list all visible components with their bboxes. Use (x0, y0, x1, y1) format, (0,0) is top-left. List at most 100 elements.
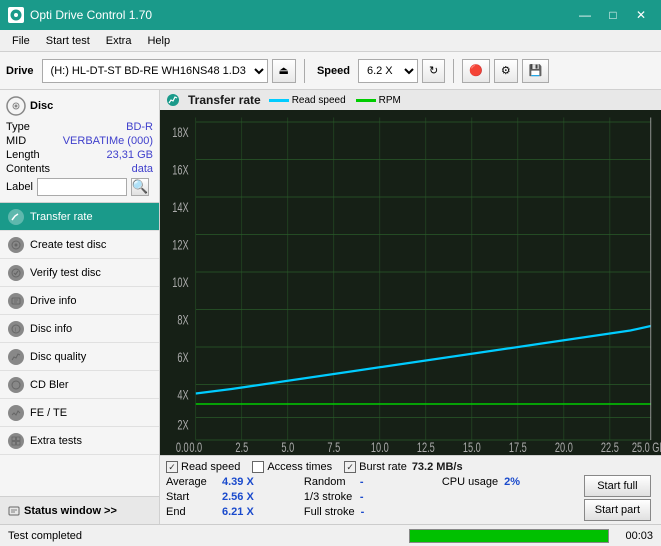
menu-start-test[interactable]: Start test (38, 33, 98, 49)
save-button[interactable]: 💾 (522, 59, 550, 83)
eject-button[interactable]: ⏏ (272, 59, 296, 83)
stat-full-stroke-label: Full stroke (304, 506, 355, 518)
svg-text:15.0: 15.0 (463, 441, 481, 455)
svg-text:6X: 6X (177, 351, 188, 365)
legend-read-speed: Read speed (269, 95, 346, 106)
app-icon (8, 7, 24, 23)
read-speed-checkbox[interactable]: ✓ Read speed (166, 461, 240, 473)
nav-disc-quality[interactable]: Disc quality (0, 343, 159, 371)
status-window-button[interactable]: Status window >> (0, 496, 159, 524)
nav-items: Transfer rate Create test disc Verify te… (0, 203, 159, 496)
burst-rate-checkbox[interactable]: ✓ Burst rate 73.2 MB/s (344, 461, 462, 473)
nav-disc-info-label: Disc info (30, 323, 72, 335)
drive-select[interactable]: (H:) HL-DT-ST BD-RE WH16NS48 1.D3 (42, 59, 268, 83)
close-button[interactable]: ✕ (629, 6, 653, 24)
svg-text:10.0: 10.0 (371, 441, 389, 455)
chart-legend: Read speed RPM (269, 95, 401, 106)
disc-mid-value: VERBATIMe (000) (63, 135, 153, 147)
nav-verify-test-disc-label: Verify test disc (30, 267, 101, 279)
status-window-icon (8, 505, 20, 517)
menu-extra[interactable]: Extra (98, 33, 140, 49)
disc-info-icon: i (8, 321, 24, 337)
disc-quality-icon (8, 349, 24, 365)
stat-average: Average 4.39 X (166, 475, 304, 489)
start-full-button[interactable]: Start full (584, 475, 651, 497)
toolbar-separator-2 (453, 59, 454, 83)
nav-extra-tests-label: Extra tests (30, 435, 82, 447)
stat-group-2: Random - 1/3 stroke - Full stroke - (304, 475, 442, 521)
disc-section-title: Disc (30, 100, 53, 112)
svg-text:10X: 10X (172, 276, 189, 290)
status-text: Test completed (0, 530, 409, 542)
progress-bar-container (409, 529, 609, 543)
nav-cd-bler[interactable]: CD Bler (0, 371, 159, 399)
svg-text:5.0: 5.0 (281, 441, 294, 455)
titlebar-left: Opti Drive Control 1.70 (8, 7, 152, 23)
menu-help[interactable]: Help (139, 33, 178, 49)
stat-1-3-stroke: 1/3 stroke - (304, 490, 442, 504)
disc-contents-value: data (132, 163, 153, 175)
svg-text:16X: 16X (172, 164, 189, 178)
nav-disc-quality-label: Disc quality (30, 351, 86, 363)
stat-cpu-label: CPU usage (442, 476, 498, 488)
refresh-button[interactable]: ↻ (422, 59, 445, 83)
access-times-checkbox-label: Access times (267, 461, 332, 473)
disc-mid-label: MID (6, 135, 26, 147)
disc-label-input[interactable] (37, 178, 127, 196)
disc-label-row: Label 🔍 (6, 176, 153, 196)
burst-rate-checkbox-box: ✓ (344, 461, 356, 473)
svg-text:8X: 8X (177, 314, 188, 328)
chart-container: 18X 16X 14X 12X 10X 8X 6X 4X 2X 0.0 0.0 … (160, 110, 661, 455)
stats-data-row: Average 4.39 X Start 2.56 X End 6.21 X R… (166, 475, 655, 521)
maximize-button[interactable]: □ (601, 6, 625, 24)
legend-read-speed-color (269, 99, 289, 102)
create-test-disc-icon (8, 237, 24, 253)
label-search-button[interactable]: 🔍 (131, 178, 149, 196)
menu-file[interactable]: File (4, 33, 38, 49)
minimize-button[interactable]: — (573, 6, 597, 24)
nav-extra-tests[interactable]: Extra tests (0, 427, 159, 455)
svg-text:17.5: 17.5 (509, 441, 527, 455)
cd-bler-icon (8, 377, 24, 393)
stats-bar: ✓ Read speed Access times ✓ Burst rate 7… (160, 455, 661, 524)
nav-verify-test-disc[interactable]: Verify test disc (0, 259, 159, 287)
toolbar: Drive (H:) HL-DT-ST BD-RE WH16NS48 1.D3 … (0, 52, 661, 90)
nav-transfer-rate[interactable]: Transfer rate (0, 203, 159, 231)
settings-button[interactable]: ⚙ (494, 59, 518, 83)
disc-section: Disc Type BD-R MID VERBATIMe (000) Lengt… (0, 90, 159, 203)
nav-fe-te[interactable]: FE / TE (0, 399, 159, 427)
nav-drive-info[interactable]: Drive info (0, 287, 159, 315)
stat-group-1: Average 4.39 X Start 2.56 X End 6.21 X (166, 475, 304, 521)
stat-cpu-value: 2% (504, 476, 520, 488)
extra-tests-icon (8, 433, 24, 449)
transfer-rate-icon (8, 209, 24, 225)
verify-test-disc-icon (8, 265, 24, 281)
disc-type-value: BD-R (126, 121, 153, 133)
stat-random-value: - (360, 476, 364, 488)
toolbar-separator (304, 59, 305, 83)
stat-random-label: Random (304, 476, 354, 488)
chart-title: Transfer rate (188, 93, 261, 107)
stat-start: Start 2.56 X (166, 490, 304, 504)
content-area: Transfer rate Read speed RPM 18X 16X (160, 90, 661, 524)
disc-type-label: Type (6, 121, 30, 133)
nav-transfer-rate-label: Transfer rate (30, 211, 93, 223)
burst-rate-checkbox-label: Burst rate (359, 461, 407, 473)
start-part-button[interactable]: Start part (584, 499, 651, 521)
disc-length-label: Length (6, 149, 40, 161)
speed-select[interactable]: 6.2 X (358, 59, 418, 83)
speed-label: Speed (317, 65, 350, 77)
access-times-checkbox[interactable]: Access times (252, 461, 332, 473)
nav-create-test-disc-label: Create test disc (30, 239, 106, 251)
nav-disc-info[interactable]: i Disc info (0, 315, 159, 343)
read-speed-checkmark: ✓ (168, 462, 176, 473)
stat-cpu: CPU usage 2% (442, 475, 580, 489)
nav-create-test-disc[interactable]: Create test disc (0, 231, 159, 259)
status-window-label: Status window >> (24, 505, 117, 517)
svg-text:2.5: 2.5 (235, 441, 248, 455)
svg-text:i: i (15, 327, 16, 333)
disc-contents-label: Contents (6, 163, 50, 175)
burn-button[interactable]: 🔴 (462, 59, 490, 83)
disc-contents-row: Contents data (6, 162, 153, 176)
svg-text:12.5: 12.5 (417, 441, 435, 455)
